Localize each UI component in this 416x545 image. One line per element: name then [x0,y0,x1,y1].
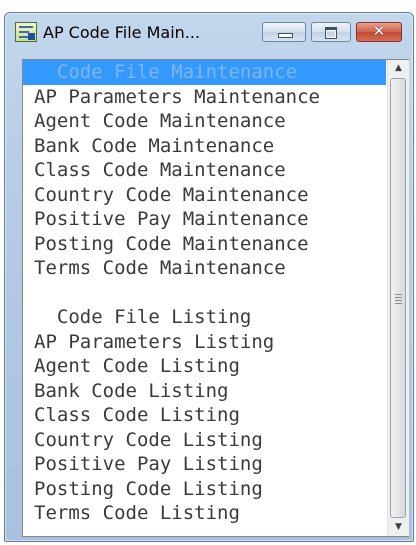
list-item[interactable]: Class Code Listing [23,403,386,428]
menu-list: Code File Maintenance AP Parameters Maint… [23,60,386,536]
window-title: AP Code File Main... [43,23,201,42]
scroll-down-arrow-icon[interactable]: ▼ [388,519,409,536]
maximize-icon [325,27,337,39]
list-item[interactable]: Positive Pay Maintenance [23,207,386,232]
list-item[interactable]: Class Code Maintenance [23,158,386,183]
title-bar[interactable]: AP Code File Main... ✕ [5,13,413,53]
list-item[interactable]: Terms Code Maintenance [23,256,386,281]
list-item[interactable] [23,281,386,306]
list-item[interactable]: AP Parameters Maintenance [23,85,386,110]
list-item[interactable]: Country Code Listing [23,428,386,453]
minimize-icon [278,33,293,38]
vertical-scrollbar[interactable]: ▲ ▼ [387,60,409,536]
list-item[interactable]: AP Parameters Listing [23,330,386,355]
list-item[interactable]: Terms Code Listing [23,501,386,526]
list-item[interactable]: Country Code Maintenance [23,183,386,208]
list-item[interactable]: Agent Code Listing [23,354,386,379]
grip-icon [395,294,402,306]
minimize-button[interactable] [262,22,306,42]
code-file-listbox[interactable]: Code File Maintenance AP Parameters Maint… [22,59,409,537]
scrollbar-thumb[interactable] [390,78,406,518]
close-button[interactable]: ✕ [356,22,402,42]
app-form-icon[interactable] [15,22,37,42]
list-item[interactable]: Code File Maintenance [23,60,386,85]
close-icon: ✕ [372,22,386,40]
app-window: AP Code File Main... ✕ Code File Mainten… [4,12,414,542]
scroll-up-arrow-icon[interactable]: ▲ [388,60,409,77]
list-item[interactable]: Positive Pay Listing [23,452,386,477]
list-item[interactable]: Bank Code Maintenance [23,134,386,159]
list-item[interactable]: Posting Code Maintenance [23,232,386,257]
list-item[interactable]: Posting Code Listing [23,477,386,502]
maximize-button[interactable] [311,22,351,42]
list-item[interactable]: Bank Code Listing [23,379,386,404]
list-item[interactable]: Agent Code Maintenance [23,109,386,134]
list-item[interactable]: Code File Listing [23,305,386,330]
